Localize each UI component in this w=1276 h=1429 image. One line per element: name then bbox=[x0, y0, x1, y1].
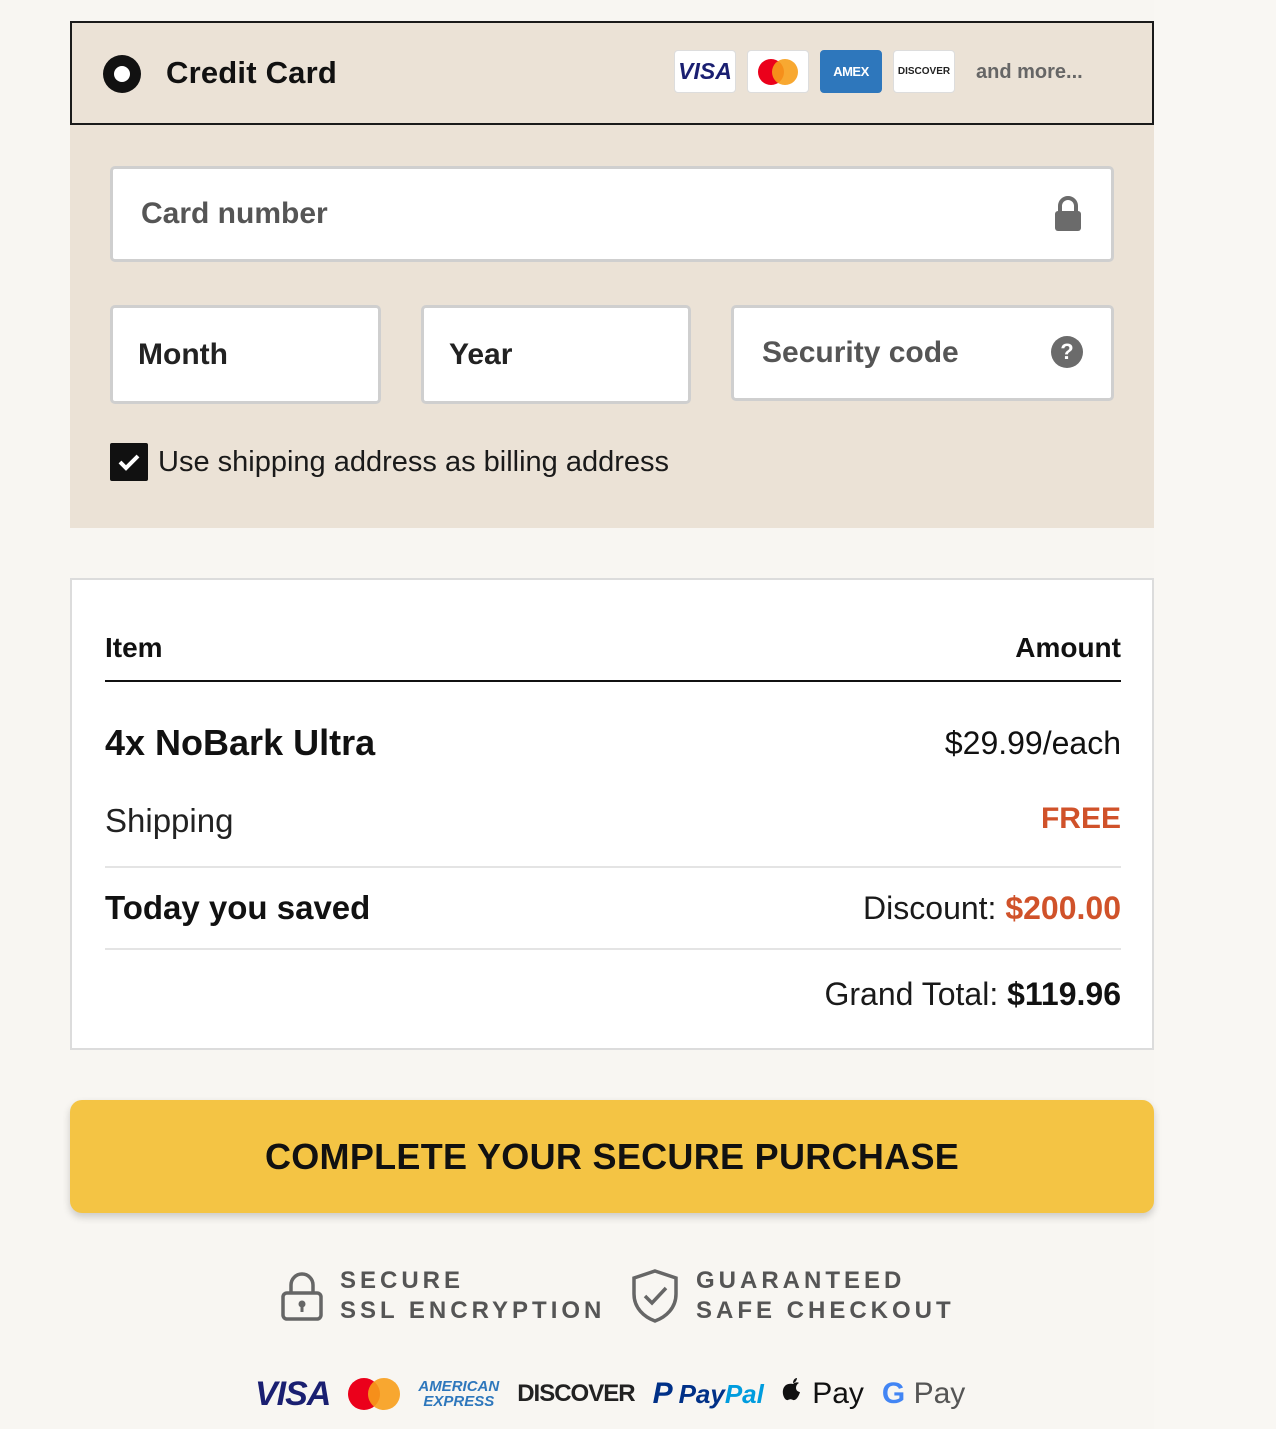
billing-checkbox[interactable] bbox=[110, 443, 148, 481]
payment-method-title: Credit Card bbox=[166, 55, 338, 90]
accepted-cards: VISA AMEX DISCOVER bbox=[674, 50, 955, 93]
billing-checkbox-label: Use shipping address as billing address bbox=[158, 445, 670, 478]
mastercard-logo bbox=[747, 50, 809, 93]
savings-label: Today you saved bbox=[105, 889, 371, 926]
paypal-text-b: Pal bbox=[724, 1378, 764, 1409]
product-name: 4x NoBark Ultra bbox=[105, 722, 376, 763]
order-summary: Item Amount 4x NoBark Ultra $29.99/each … bbox=[70, 578, 1154, 1050]
safe-line-2: SAFE CHECKOUT bbox=[696, 1297, 955, 1324]
discount-amount: $200.00 bbox=[1005, 889, 1121, 926]
footer-google-pay-logo: G Pay bbox=[882, 1377, 965, 1411]
grand-total-amount: $119.96 bbox=[1007, 976, 1121, 1012]
month-placeholder: Month bbox=[138, 337, 228, 371]
card-number-field[interactable]: Card number bbox=[110, 166, 1114, 262]
grand-total-label: Grand Total: bbox=[824, 976, 999, 1012]
credit-card-radio[interactable] bbox=[103, 55, 141, 93]
year-placeholder: Year bbox=[449, 337, 513, 371]
product-price: $29.99/each bbox=[944, 724, 1121, 761]
footer-apple-pay-logo: Pay bbox=[782, 1377, 864, 1411]
paypal-text-a: Pay bbox=[678, 1378, 725, 1409]
footer-discover-logo: DISCOVER bbox=[517, 1380, 635, 1407]
amex-line-2: EXPRESS bbox=[423, 1393, 495, 1410]
safe-checkout-badge: GUARANTEED SAFE CHECKOUT bbox=[630, 1266, 955, 1326]
item-column-header: Item bbox=[105, 632, 163, 663]
shield-check-icon bbox=[632, 1269, 678, 1323]
discount-text: Discount: $200.00 bbox=[863, 890, 1121, 927]
shipping-label: Shipping bbox=[105, 802, 234, 839]
discover-logo: DISCOVER bbox=[893, 50, 955, 93]
google-pay-text: Pay bbox=[913, 1377, 966, 1410]
discount-label: Discount: bbox=[863, 889, 997, 926]
apple-pay-text: Pay bbox=[812, 1377, 864, 1410]
complete-purchase-button[interactable]: COMPLETE YOUR SECURE PURCHASE bbox=[70, 1100, 1154, 1213]
padlock-icon bbox=[281, 1272, 323, 1321]
amount-column-header: Amount bbox=[1015, 632, 1121, 663]
savings-row: Today you saved Discount: $200.00 bbox=[105, 868, 1121, 950]
year-field[interactable]: Year bbox=[421, 305, 691, 404]
grand-total-row: Grand Total: $119.96 bbox=[105, 976, 1121, 1013]
payment-method-credit-card[interactable]: Credit Card VISA AMEX DISCOVER and more.… bbox=[70, 21, 1154, 125]
product-row: 4x NoBark Ultra $29.99/each bbox=[105, 722, 1121, 764]
month-field[interactable]: Month bbox=[110, 305, 381, 404]
visa-logo: VISA bbox=[674, 50, 736, 93]
shipping-row: Shipping FREE bbox=[105, 802, 1121, 868]
security-code-placeholder: Security code bbox=[762, 336, 959, 369]
lock-icon bbox=[1053, 195, 1083, 238]
ssl-badge: SECURE SSL ENCRYPTION bbox=[280, 1266, 605, 1326]
grand-total-text: Grand Total: $119.96 bbox=[824, 976, 1121, 1013]
radio-dot bbox=[114, 66, 130, 82]
checkmark-icon bbox=[118, 454, 140, 471]
question-mark-icon[interactable]: ? bbox=[1051, 336, 1083, 368]
page-gutter bbox=[1154, 0, 1276, 1429]
ssl-line-1: SECURE bbox=[340, 1267, 465, 1294]
footer-paypal-logo: P Pay Pal bbox=[653, 1377, 764, 1411]
amex-logo: AMEX bbox=[820, 50, 882, 93]
google-g-icon: G bbox=[881, 1377, 906, 1410]
footer-payment-logos: VISA AMERICAN EXPRESS DISCOVER P Pay Pal … bbox=[255, 1370, 983, 1418]
summary-header: Item Amount bbox=[105, 632, 1121, 682]
footer-amex-logo: AMERICAN EXPRESS bbox=[418, 1379, 499, 1409]
footer-visa-logo: VISA bbox=[255, 1374, 331, 1413]
billing-address-option[interactable]: Use shipping address as billing address bbox=[110, 443, 669, 481]
paypal-p-icon: P bbox=[652, 1377, 673, 1410]
safe-line-1: GUARANTEED bbox=[696, 1267, 906, 1294]
and-more-text: and more... bbox=[976, 61, 1083, 83]
shipping-value: FREE bbox=[1040, 802, 1121, 835]
apple-icon bbox=[782, 1378, 800, 1401]
card-form-panel: Card number Month Year Security code ? U… bbox=[70, 125, 1154, 528]
security-code-field[interactable]: Security code ? bbox=[731, 305, 1114, 401]
ssl-line-2: SSL ENCRYPTION bbox=[340, 1297, 606, 1324]
card-number-placeholder: Card number bbox=[141, 197, 328, 230]
footer-mastercard-logo bbox=[348, 1378, 401, 1410]
